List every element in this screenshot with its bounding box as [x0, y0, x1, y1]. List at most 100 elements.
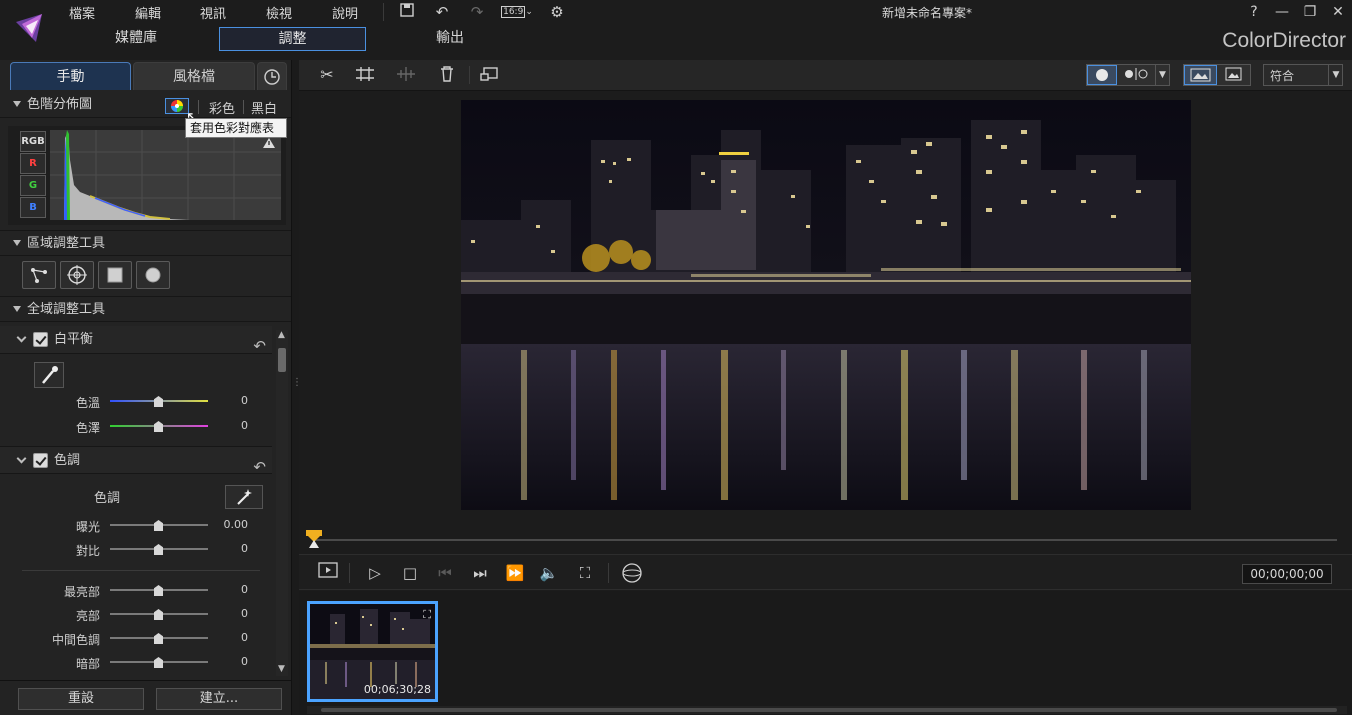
channel-r-button[interactable]: R [20, 153, 46, 174]
channel-rgb-button[interactable]: RGB [20, 131, 46, 152]
target-tool-button[interactable] [60, 261, 94, 289]
adjustment-panel: 手動 風格檔 色階分佈圖 ↖ 彩色 黑白 套用色彩對應表 RGB R G B 區… [0, 60, 292, 715]
clip-library [299, 591, 1352, 715]
single-image-button[interactable] [1218, 65, 1251, 85]
chevron-down-icon: ▼ [1328, 65, 1343, 85]
slider-value: 0 [241, 631, 248, 644]
scroll-down-icon[interactable]: ▼ [278, 664, 285, 674]
compare-dropdown-icon[interactable]: ▼ [1155, 65, 1169, 85]
clip-type-icon: ⛶ [423, 608, 431, 621]
reset-arrow-icon[interactable]: ↶ [253, 453, 266, 481]
white-balance-header[interactable]: 白平衡 ↶ [0, 326, 272, 355]
scrollbar-thumb[interactable] [278, 348, 286, 372]
chevron-down-icon [16, 332, 27, 343]
tab-manual[interactable]: 手動 [10, 62, 131, 90]
image-icon [1225, 67, 1242, 81]
tab-adjustment[interactable]: 調整 [219, 27, 366, 51]
slider-handle[interactable] [154, 585, 163, 596]
tab-presets[interactable]: 風格檔 [133, 62, 255, 90]
fast-forward-icon[interactable]: ⏩ [504, 562, 526, 584]
clip-scrollbar[interactable] [307, 706, 1347, 714]
fullscreen-icon[interactable]: ⛶ [574, 562, 596, 584]
ellipse-mask-tool-button[interactable] [136, 261, 170, 289]
preview-mode-icon[interactable] [317, 562, 339, 584]
close-icon[interactable]: ✕ [1326, 2, 1350, 22]
play-icon[interactable]: ▷ [364, 562, 386, 584]
tone-title: 色調 [54, 453, 81, 468]
histogram-mode-bw[interactable]: 黑白 [251, 98, 277, 117]
360-view-icon[interactable] [621, 562, 643, 584]
auto-tone-button[interactable] [225, 485, 263, 509]
collapse-triangle-icon [13, 240, 21, 246]
clip-duration: 00;06;30;28 [363, 683, 431, 696]
clip-thumbnail[interactable]: ⛶ 00;06;30;28 [307, 601, 438, 702]
clipping-warning-icon[interactable] [262, 137, 276, 149]
white-balance-title: 白平衡 [54, 332, 94, 347]
slider-value: 0 [241, 394, 248, 407]
toolbar-divider [469, 66, 470, 84]
trash-icon[interactable] [436, 65, 458, 85]
magic-wand-icon [237, 489, 252, 505]
compare-images-button[interactable] [1184, 65, 1217, 85]
tone-checkbox[interactable] [33, 453, 48, 468]
split-icon[interactable] [354, 65, 376, 85]
rectangle-mask-tool-button[interactable] [98, 261, 132, 289]
channel-g-button[interactable]: G [20, 175, 46, 196]
slider-handle[interactable] [154, 544, 163, 555]
histogram-mode-color[interactable]: 彩色 [209, 98, 235, 117]
tab-output[interactable]: 輸出 [414, 27, 486, 51]
slider-handle[interactable] [154, 520, 163, 531]
split-view-button[interactable] [1119, 65, 1153, 85]
regional-tools-header[interactable]: 區域調整工具 [0, 230, 291, 256]
divider [0, 680, 291, 681]
slider-handle[interactable] [154, 609, 163, 620]
slider-value: 0 [241, 607, 248, 620]
histogram-header[interactable]: 色階分佈圖 [0, 92, 291, 118]
node-path-icon [31, 268, 47, 283]
crosshair-icon [67, 265, 87, 285]
timeline-scrubber[interactable] [313, 539, 1337, 541]
scroll-up-icon[interactable]: ▲ [278, 330, 285, 340]
scissors-icon[interactable]: ✂ [316, 65, 338, 85]
next-frame-icon[interactable]: ⏭ [469, 562, 491, 584]
playhead[interactable] [306, 530, 322, 548]
slider-handle[interactable] [154, 396, 163, 407]
reset-arrow-icon[interactable]: ↶ [253, 332, 266, 360]
help-icon[interactable]: ? [1242, 2, 1266, 22]
slider-value: 0 [241, 583, 248, 596]
images-icon [1190, 68, 1211, 82]
panel-splitter-handle[interactable]: ⋮ [292, 378, 302, 400]
zoom-fit-dropdown[interactable]: 符合 ▼ [1263, 64, 1343, 86]
crop-icon[interactable] [478, 65, 500, 85]
history-tab[interactable] [257, 62, 287, 90]
white-balance-checkbox[interactable] [33, 332, 48, 347]
restore-icon[interactable]: ❐ [1298, 2, 1322, 22]
gradient-mask-tool-button[interactable] [22, 261, 56, 289]
eyedropper-icon [42, 366, 58, 384]
tab-library[interactable]: 媒體庫 [100, 27, 172, 51]
divider [608, 563, 609, 583]
create-button[interactable]: 建立... [156, 688, 282, 710]
slider-handle[interactable] [154, 657, 163, 668]
channel-b-button[interactable]: B [20, 197, 46, 218]
preview-area: ✂ ▼ 符合 ▼ ▷ □ ⏮ ⏭ ⏩ 🔈 ⛶ 00;00;00;00 ⛶ 00;… [299, 60, 1352, 715]
video-preview[interactable] [461, 100, 1191, 510]
slider-handle[interactable] [154, 421, 163, 432]
tone-sublabel: 色調 [94, 491, 121, 506]
divider [243, 100, 244, 114]
previous-frame-icon[interactable]: ⏮ [434, 562, 456, 584]
tone-header[interactable]: 色調 ↶ [0, 446, 272, 476]
volume-icon[interactable]: 🔈 [538, 562, 560, 584]
slider-handle[interactable] [154, 633, 163, 644]
scrollbar-thumb[interactable] [321, 708, 1337, 712]
eyedropper-button[interactable] [34, 362, 64, 388]
minimize-icon[interactable]: — [1270, 2, 1294, 22]
trim-icon[interactable] [395, 65, 417, 85]
window-title: 新增未命名專案* [881, 6, 972, 20]
zoom-fit-value: 符合 [1270, 69, 1295, 83]
panel-scrollbar[interactable]: ▲ ▼ [276, 330, 288, 676]
stop-icon[interactable]: □ [399, 562, 421, 584]
global-tools-header[interactable]: 全域調整工具 [0, 296, 291, 322]
reset-button[interactable]: 重設 [18, 688, 144, 710]
single-view-button[interactable] [1087, 65, 1117, 85]
